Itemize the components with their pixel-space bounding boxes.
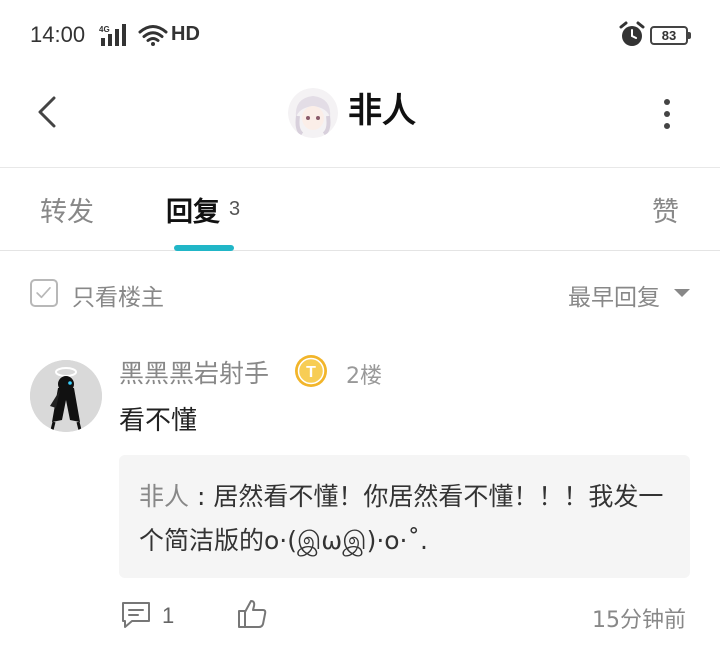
status-bar: 14:00 4G HD 83 xyxy=(0,0,720,72)
floor-number: 2楼 xyxy=(346,364,382,389)
header-avatar[interactable] xyxy=(288,88,338,138)
only-author-label[interactable]: 只看楼主 xyxy=(72,278,164,312)
tab-reply-count: 3 xyxy=(229,198,241,220)
user-level-badge: T xyxy=(295,355,327,387)
reply-author[interactable]: 非人 xyxy=(139,482,189,511)
comment-item: 黑黑黑岩射手 T 2楼 看不懂 非人 : 居然看不懂！你居然看不懂！！！我发一个… xyxy=(0,332,720,646)
tab-reply[interactable]: 回复 xyxy=(166,190,220,229)
page-title: 非人 xyxy=(348,91,416,131)
comment-count: 1 xyxy=(162,603,175,628)
tab-forward[interactable]: 转发 xyxy=(40,190,94,229)
caret-down-icon[interactable] xyxy=(674,289,690,297)
back-button[interactable] xyxy=(28,92,68,132)
hd-indicator: HD xyxy=(171,23,200,45)
wifi-icon xyxy=(138,25,168,46)
thumbs-up-icon[interactable] xyxy=(236,598,268,630)
filter-row: 只看楼主 最早回复 xyxy=(0,252,720,332)
user-avatar[interactable] xyxy=(30,360,102,432)
reply-text: 居然看不懂！你居然看不懂！！！我发一个简洁版的o·(இωஇ)·o·˚. xyxy=(139,482,664,555)
cellular-signal-icon: 4G xyxy=(99,24,126,46)
network-type: 4G xyxy=(99,25,110,34)
status-time: 14:00 xyxy=(30,22,86,47)
top-app-bar: 非人 xyxy=(0,72,720,168)
comment-timestamp: 15分钟前 xyxy=(592,608,686,633)
only-author-checkbox[interactable] xyxy=(30,279,58,307)
alarm-clock-icon xyxy=(619,21,645,46)
reply-separator: : xyxy=(189,482,214,511)
nested-reply[interactable]: 非人 : 居然看不懂！你居然看不懂！！！我发一个简洁版的o·(இωஇ)·o·˚. xyxy=(119,455,690,578)
tab-bar: 转发 回复 3 赞 xyxy=(0,168,720,251)
username[interactable]: 黑黑黑岩射手 xyxy=(119,354,269,390)
tab-like[interactable]: 赞 xyxy=(652,190,679,229)
comment-text: 看不懂 xyxy=(119,406,198,436)
badge-letter: T xyxy=(306,364,316,381)
tab-active-indicator xyxy=(174,245,234,251)
more-options-icon[interactable] xyxy=(650,92,684,136)
battery-indicator: 83 xyxy=(650,26,691,45)
comment-icon[interactable] xyxy=(120,600,152,630)
sort-dropdown[interactable]: 最早回复 xyxy=(568,278,660,312)
